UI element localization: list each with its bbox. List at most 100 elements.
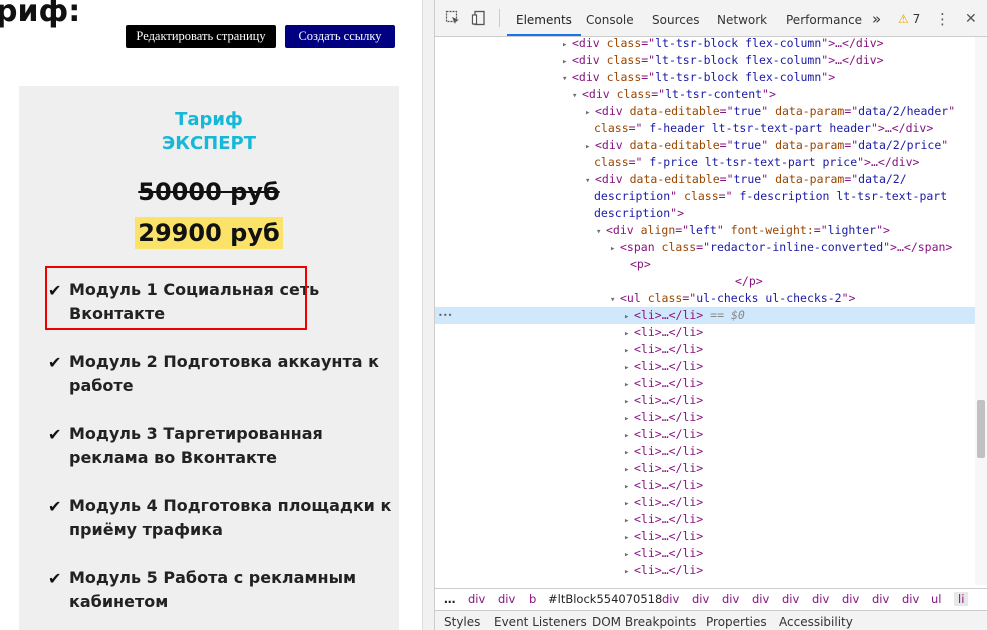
breadcrumb-item[interactable]: #ltBlock554070518	[548, 592, 662, 606]
dom-node[interactable]: ▸ <li>…</li>	[435, 460, 975, 477]
web-page: риф: Редактировать страницу Создать ссыл…	[0, 0, 422, 630]
attr-value: f-price lt-tsr-text-part price	[642, 155, 858, 169]
dom-node[interactable]: ▸ <li>…</li>	[435, 375, 975, 392]
sidebar-tab[interactable]: Accessibility	[779, 615, 853, 629]
attr-name: class	[606, 53, 642, 67]
dom-node[interactable]: ▸ <div data-editable="true" data-param="d…	[435, 103, 975, 120]
dom-node[interactable]: </p>	[435, 273, 975, 290]
expand-toggle-icon[interactable]: ▸	[624, 564, 634, 581]
tag-text: ="	[844, 104, 859, 118]
dom-node-selected[interactable]: ••• ▸ <li>…</li> == $0	[435, 307, 975, 324]
dom-node[interactable]: ▸ <li>…</li>	[435, 562, 975, 579]
more-menu-icon[interactable]: ⋮	[935, 10, 950, 28]
node-actions-icon[interactable]: •••	[438, 307, 452, 324]
dom-node[interactable]: ▸ <li>…</li>	[435, 426, 975, 443]
breadcrumb-item[interactable]: div	[722, 592, 739, 606]
create-link-button[interactable]: Создать ссылку	[285, 25, 395, 48]
dom-node[interactable]: ▸ <li>…</li>	[435, 528, 975, 545]
sidebar-tab[interactable]: Properties	[706, 615, 767, 629]
dom-node[interactable]: ▸ <li>…</li>	[435, 477, 975, 494]
attr-value: left	[689, 223, 717, 237]
tag-text: <div	[595, 138, 630, 152]
inspect-element-icon[interactable]	[445, 10, 461, 30]
attr-name: data-param	[775, 172, 845, 186]
dom-node[interactable]: ▸ <li>…</li>	[435, 443, 975, 460]
device-toolbar-icon[interactable]	[471, 10, 487, 30]
breadcrumb-item[interactable]: div	[842, 592, 859, 606]
tag-text: ">	[670, 206, 685, 220]
breadcrumb-item[interactable]: …	[444, 592, 456, 606]
more-tabs-icon[interactable]: »	[872, 0, 881, 36]
tag-text: ">	[841, 291, 856, 305]
dom-node[interactable]: ▾ <div class="lt-tsr-block flex-column">	[435, 69, 975, 86]
breadcrumb-item[interactable]: div	[752, 592, 769, 606]
sidebar-tab[interactable]: Styles	[444, 615, 480, 629]
tag-text: <div	[595, 104, 630, 118]
dom-node[interactable]: ▾ <div align="left" font-weight:="lighter…	[435, 222, 975, 239]
tab-performance[interactable]: Performance	[786, 0, 862, 36]
tag-text: <ul	[620, 291, 648, 305]
tag-text: "	[761, 104, 776, 118]
dom-node[interactable]: description">	[435, 205, 975, 222]
toolbar-divider	[499, 9, 500, 27]
tag-text: <li>…</li>	[634, 444, 704, 458]
tab-console[interactable]: Console	[586, 0, 634, 36]
breadcrumb-item[interactable]: div	[872, 592, 889, 606]
tab-elements[interactable]: Elements	[507, 0, 581, 36]
dom-node[interactable]: ▸ <li>…</li>	[435, 409, 975, 426]
dom-node[interactable]: ▾ <div class="lt-tsr-content">	[435, 86, 975, 103]
dom-node[interactable]: class=" f-price lt-tsr-text-part price">…	[435, 154, 975, 171]
dom-node[interactable]: ▸ <li>…</li>	[435, 358, 975, 375]
sidebar-tab[interactable]: DOM Breakpoints	[592, 615, 696, 629]
breadcrumb-item[interactable]: div	[902, 592, 919, 606]
breadcrumb-item[interactable]: b	[529, 592, 536, 606]
breadcrumb-item[interactable]: div	[468, 592, 485, 606]
breadcrumb-item[interactable]: ul	[931, 592, 941, 606]
tag-text: "	[761, 138, 776, 152]
dom-node[interactable]: description" class=" f-description lt-ts…	[435, 188, 975, 205]
attr-value: data/2/price	[858, 138, 942, 152]
highlight-box	[45, 266, 307, 330]
attr-name: class	[594, 155, 629, 169]
tag-text: <li>…</li>	[634, 478, 704, 492]
attr-value: f-header lt-tsr-text-part header	[642, 121, 871, 135]
dom-tree[interactable]: ▸ <div class="lt-tsr-block flex-column">……	[435, 37, 975, 585]
tag-text: ="	[641, 53, 656, 67]
panel-splitter[interactable]	[422, 0, 435, 630]
breadcrumb-item[interactable]: div	[812, 592, 829, 606]
attr-value: data/2/header	[858, 104, 949, 118]
tab-network[interactable]: Network	[717, 0, 767, 36]
breadcrumb-item[interactable]: div	[692, 592, 709, 606]
attr-name: class	[684, 189, 719, 203]
tag-text: <li>…</li>	[634, 410, 704, 424]
breadcrumb-item-active[interactable]: li	[954, 592, 969, 606]
dom-node[interactable]: ▸ <li>…</li>	[435, 341, 975, 358]
scrollbar-thumb[interactable]	[977, 400, 985, 458]
tag-text: <p>	[630, 257, 651, 271]
tag-text: ="	[719, 138, 734, 152]
dom-node[interactable]: <p>	[435, 256, 975, 273]
dom-node[interactable]: ▸ <span class="redactor-inline-converted"…	[435, 239, 975, 256]
tag-text: ">	[821, 70, 836, 84]
dom-node[interactable]: ▸ <div data-editable="true" data-param="d…	[435, 137, 975, 154]
breadcrumb-item[interactable]: div	[662, 592, 679, 606]
dom-node[interactable]: class=" f-header lt-tsr-text-part header…	[435, 120, 975, 137]
warnings-counter[interactable]: ⚠ 7	[898, 12, 920, 26]
close-icon[interactable]: ✕	[965, 11, 977, 27]
dom-tree-scrollbar[interactable]	[975, 37, 987, 585]
dom-node[interactable]: ▸ <li>…</li>	[435, 545, 975, 562]
sidebar-tab[interactable]: Event Listeners	[494, 615, 587, 629]
edit-page-button[interactable]: Редактировать страницу	[126, 25, 276, 48]
breadcrumb-item[interactable]: div	[782, 592, 799, 606]
tag-text: "	[716, 223, 731, 237]
dom-node[interactable]: ▸ <div class="lt-tsr-block flex-column">……	[435, 52, 975, 69]
dom-node[interactable]: ▸ <li>…</li>	[435, 511, 975, 528]
dom-node[interactable]: ▾ <div data-editable="true" data-param="d…	[435, 171, 975, 188]
tab-sources[interactable]: Sources	[652, 0, 699, 36]
dom-node[interactable]: ▸ <li>…</li>	[435, 494, 975, 511]
dom-node[interactable]: ▾ <ul class="ul-checks ul-checks-2">	[435, 290, 975, 307]
breadcrumb-item[interactable]: div	[498, 592, 515, 606]
dom-node[interactable]: ▸ <div class="lt-tsr-block flex-column">……	[435, 37, 975, 52]
dom-node[interactable]: ▸ <li>…</li>	[435, 392, 975, 409]
dom-node[interactable]: ▸ <li>…</li>	[435, 324, 975, 341]
